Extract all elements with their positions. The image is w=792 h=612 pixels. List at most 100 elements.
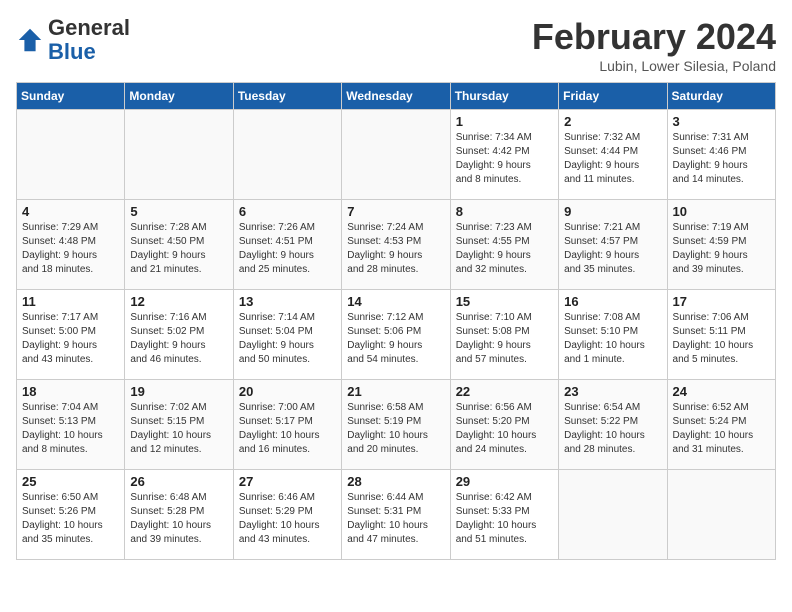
calendar-cell: 6 Sunrise: 7:26 AM Sunset: 4:51 PM Daylig…: [233, 200, 341, 290]
day-info: Sunrise: 7:23 AM Sunset: 4:55 PM Dayligh…: [456, 221, 553, 277]
day-number: 19: [130, 384, 227, 399]
calendar-week-3: 11Sunrise: 7:17 AM Sunset: 5:00 PM Dayli…: [17, 290, 776, 380]
day-info: Sunrise: 7:10 AM Sunset: 5:08 PM Dayligh…: [456, 311, 553, 367]
day-number: 29: [456, 474, 553, 489]
day-number: 25: [22, 474, 119, 489]
day-info: Sunrise: 7:34 AM Sunset: 4:42 PM Dayligh…: [456, 131, 553, 187]
calendar-cell: 25 Sunrise: 6:50 AM Sunset: 5:26 PM Dayli…: [17, 470, 125, 560]
calendar-week-2: 4 Sunrise: 7:29 AM Sunset: 4:48 PM Daylig…: [17, 200, 776, 290]
calendar-cell: 11Sunrise: 7:17 AM Sunset: 5:00 PM Dayli…: [17, 290, 125, 380]
month-year: February 2024: [532, 16, 776, 58]
day-number: 9: [564, 204, 661, 219]
day-number: 12: [130, 294, 227, 309]
calendar-cell: 14 Sunrise: 7:12 AM Sunset: 5:06 PM Dayli…: [342, 290, 450, 380]
calendar-cell: 21 Sunrise: 6:58 AM Sunset: 5:19 PM Dayli…: [342, 380, 450, 470]
day-number: 24: [673, 384, 770, 399]
day-info: Sunrise: 7:04 AM Sunset: 5:13 PM Dayligh…: [22, 401, 119, 457]
day-number: 17: [673, 294, 770, 309]
page-header: General Blue February 2024 Lubin, Lower …: [16, 16, 776, 74]
day-info: Sunrise: 7:14 AM Sunset: 5:04 PM Dayligh…: [239, 311, 336, 367]
day-info: Sunrise: 7:02 AM Sunset: 5:15 PM Dayligh…: [130, 401, 227, 457]
day-info: Sunrise: 7:29 AM Sunset: 4:48 PM Dayligh…: [22, 221, 119, 277]
day-info: Sunrise: 7:21 AM Sunset: 4:57 PM Dayligh…: [564, 221, 661, 277]
calendar-cell: 27 Sunrise: 6:46 AM Sunset: 5:29 PM Dayli…: [233, 470, 341, 560]
day-number: 5: [130, 204, 227, 219]
day-info: Sunrise: 6:58 AM Sunset: 5:19 PM Dayligh…: [347, 401, 444, 457]
day-info: Sunrise: 7:12 AM Sunset: 5:06 PM Dayligh…: [347, 311, 444, 367]
calendar-cell: 13 Sunrise: 7:14 AM Sunset: 5:04 PM Dayli…: [233, 290, 341, 380]
calendar-cell: 3 Sunrise: 7:31 AM Sunset: 4:46 PM Daylig…: [667, 110, 775, 200]
weekday-header-monday: Monday: [125, 83, 233, 110]
calendar-cell: 9 Sunrise: 7:21 AM Sunset: 4:57 PM Daylig…: [559, 200, 667, 290]
day-number: 13: [239, 294, 336, 309]
day-info: Sunrise: 6:54 AM Sunset: 5:22 PM Dayligh…: [564, 401, 661, 457]
weekday-header-friday: Friday: [559, 83, 667, 110]
calendar-cell: 20Sunrise: 7:00 AM Sunset: 5:17 PM Dayli…: [233, 380, 341, 470]
calendar-cell: 22Sunrise: 6:56 AM Sunset: 5:20 PM Dayli…: [450, 380, 558, 470]
day-number: 6: [239, 204, 336, 219]
calendar-table: SundayMondayTuesdayWednesdayThursdayFrid…: [16, 82, 776, 560]
day-number: 26: [130, 474, 227, 489]
day-number: 28: [347, 474, 444, 489]
calendar-cell: 24 Sunrise: 6:52 AM Sunset: 5:24 PM Dayli…: [667, 380, 775, 470]
day-number: 23: [564, 384, 661, 399]
day-number: 27: [239, 474, 336, 489]
day-number: 8: [456, 204, 553, 219]
calendar-week-1: 1 Sunrise: 7:34 AM Sunset: 4:42 PM Daylig…: [17, 110, 776, 200]
weekday-header-tuesday: Tuesday: [233, 83, 341, 110]
day-info: Sunrise: 7:17 AM Sunset: 5:00 PM Dayligh…: [22, 311, 119, 367]
calendar-cell: [559, 470, 667, 560]
calendar-cell: [17, 110, 125, 200]
day-info: Sunrise: 7:32 AM Sunset: 4:44 PM Dayligh…: [564, 131, 661, 187]
calendar-cell: 19 Sunrise: 7:02 AM Sunset: 5:15 PM Dayli…: [125, 380, 233, 470]
location: Lubin, Lower Silesia, Poland: [532, 58, 776, 74]
day-number: 1: [456, 114, 553, 129]
day-info: Sunrise: 6:52 AM Sunset: 5:24 PM Dayligh…: [673, 401, 770, 457]
calendar-cell: 29Sunrise: 6:42 AM Sunset: 5:33 PM Dayli…: [450, 470, 558, 560]
day-number: 14: [347, 294, 444, 309]
calendar-cell: [233, 110, 341, 200]
day-number: 16: [564, 294, 661, 309]
weekday-header-row: SundayMondayTuesdayWednesdayThursdayFrid…: [17, 83, 776, 110]
calendar-week-5: 25 Sunrise: 6:50 AM Sunset: 5:26 PM Dayli…: [17, 470, 776, 560]
calendar-cell: [125, 110, 233, 200]
calendar-cell: 1 Sunrise: 7:34 AM Sunset: 4:42 PM Daylig…: [450, 110, 558, 200]
day-info: Sunrise: 7:26 AM Sunset: 4:51 PM Dayligh…: [239, 221, 336, 277]
day-info: Sunrise: 6:48 AM Sunset: 5:28 PM Dayligh…: [130, 491, 227, 547]
day-info: Sunrise: 6:50 AM Sunset: 5:26 PM Dayligh…: [22, 491, 119, 547]
day-info: Sunrise: 7:28 AM Sunset: 4:50 PM Dayligh…: [130, 221, 227, 277]
day-number: 21: [347, 384, 444, 399]
calendar-cell: 26 Sunrise: 6:48 AM Sunset: 5:28 PM Dayli…: [125, 470, 233, 560]
day-info: Sunrise: 6:46 AM Sunset: 5:29 PM Dayligh…: [239, 491, 336, 547]
day-number: 2: [564, 114, 661, 129]
day-info: Sunrise: 7:08 AM Sunset: 5:10 PM Dayligh…: [564, 311, 661, 367]
calendar-cell: 15 Sunrise: 7:10 AM Sunset: 5:08 PM Dayli…: [450, 290, 558, 380]
day-number: 7: [347, 204, 444, 219]
day-number: 4: [22, 204, 119, 219]
day-number: 20: [239, 384, 336, 399]
day-number: 18: [22, 384, 119, 399]
day-info: Sunrise: 7:24 AM Sunset: 4:53 PM Dayligh…: [347, 221, 444, 277]
calendar-week-4: 18 Sunrise: 7:04 AM Sunset: 5:13 PM Dayli…: [17, 380, 776, 470]
calendar-cell: 2 Sunrise: 7:32 AM Sunset: 4:44 PM Daylig…: [559, 110, 667, 200]
calendar-cell: 8 Sunrise: 7:23 AM Sunset: 4:55 PM Daylig…: [450, 200, 558, 290]
day-number: 22: [456, 384, 553, 399]
weekday-header-wednesday: Wednesday: [342, 83, 450, 110]
calendar-cell: 10Sunrise: 7:19 AM Sunset: 4:59 PM Dayli…: [667, 200, 775, 290]
day-info: Sunrise: 7:16 AM Sunset: 5:02 PM Dayligh…: [130, 311, 227, 367]
day-info: Sunrise: 7:06 AM Sunset: 5:11 PM Dayligh…: [673, 311, 770, 367]
weekday-header-sunday: Sunday: [17, 83, 125, 110]
calendar-cell: 7 Sunrise: 7:24 AM Sunset: 4:53 PM Daylig…: [342, 200, 450, 290]
calendar-cell: 28Sunrise: 6:44 AM Sunset: 5:31 PM Dayli…: [342, 470, 450, 560]
calendar-cell: 12 Sunrise: 7:16 AM Sunset: 5:02 PM Dayli…: [125, 290, 233, 380]
day-info: Sunrise: 7:31 AM Sunset: 4:46 PM Dayligh…: [673, 131, 770, 187]
logo-icon: [16, 26, 44, 54]
calendar-cell: 4 Sunrise: 7:29 AM Sunset: 4:48 PM Daylig…: [17, 200, 125, 290]
day-number: 15: [456, 294, 553, 309]
calendar-cell: 18 Sunrise: 7:04 AM Sunset: 5:13 PM Dayli…: [17, 380, 125, 470]
title-block: February 2024 Lubin, Lower Silesia, Pola…: [532, 16, 776, 74]
day-number: 3: [673, 114, 770, 129]
calendar-cell: 23 Sunrise: 6:54 AM Sunset: 5:22 PM Dayli…: [559, 380, 667, 470]
weekday-header-saturday: Saturday: [667, 83, 775, 110]
calendar-cell: [667, 470, 775, 560]
